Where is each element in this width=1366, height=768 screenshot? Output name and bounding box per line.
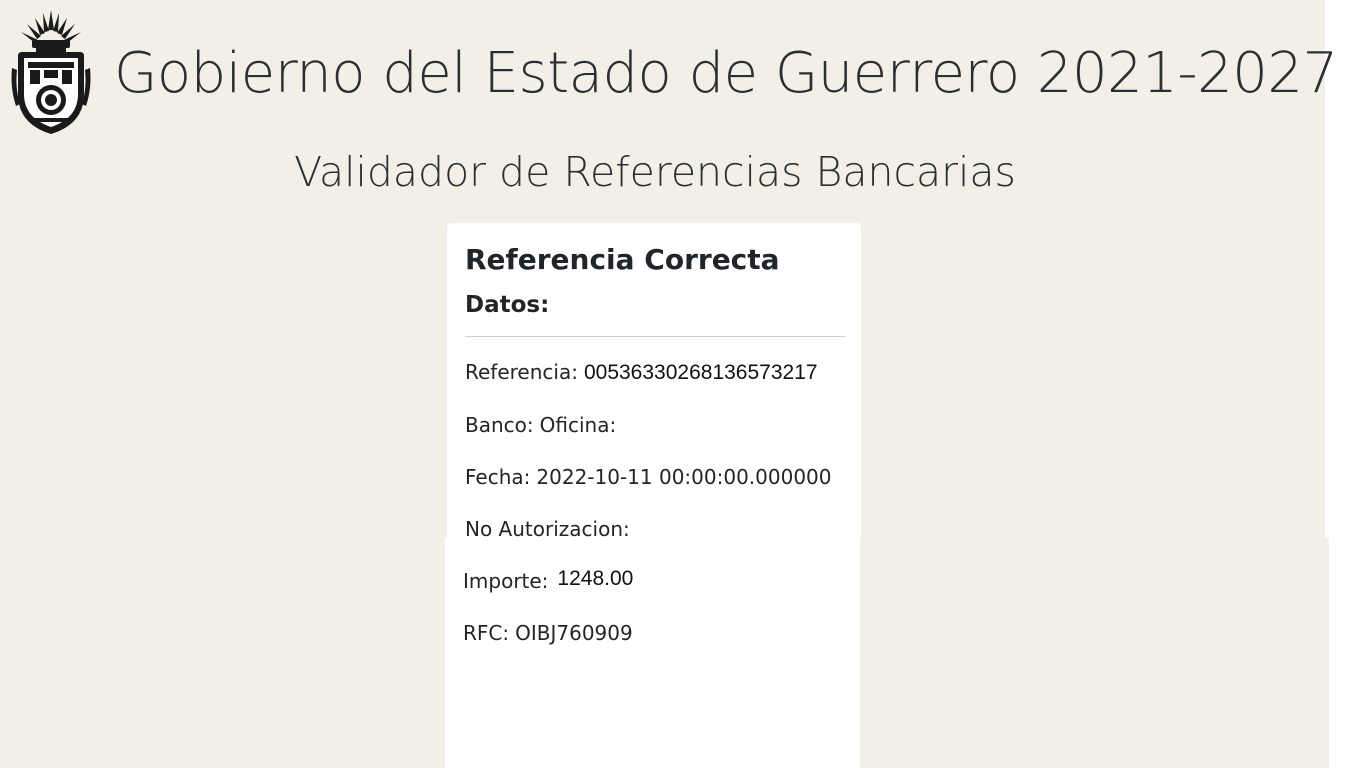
rfc-value: OIBJ760909 xyxy=(515,621,633,645)
banco-oficina-row: Banco: Oficina: xyxy=(465,410,622,440)
data-section-heading: Datos: xyxy=(465,292,550,318)
fecha-label: Fecha: xyxy=(465,465,531,489)
rfc-row: RFC: OIBJ760909 xyxy=(463,618,633,648)
oficina-label: Oficina: xyxy=(539,413,617,437)
autorizacion-label: No Autorizacion: xyxy=(465,517,630,541)
divider xyxy=(465,336,845,337)
referencia-label: Referencia: xyxy=(465,360,578,384)
fecha-row: Fecha: 2022-10-11 00:00:00.000000 xyxy=(465,462,832,492)
banco-label: Banco: xyxy=(465,413,534,437)
referencia-value: 00536330268136573217 xyxy=(583,361,818,384)
page-subtitle: Validador de Referencias Bancarias xyxy=(294,148,1016,196)
autorizacion-row: No Autorizacion: xyxy=(465,514,636,544)
importe-label: Importe: xyxy=(463,569,549,593)
referencia-row: Referencia: 00536330268136573217 xyxy=(465,357,818,388)
fecha-value: 2022-10-11 00:00:00.000000 xyxy=(536,465,832,489)
importe-row: Importe: 1248.00 xyxy=(463,566,633,597)
rfc-label: RFC: xyxy=(463,621,510,645)
guerrero-state-seal-icon xyxy=(11,10,91,134)
page-title: Gobierno del Estado de Guerrero 2021-202… xyxy=(114,41,1338,106)
result-status-title: Referencia Correcta xyxy=(465,243,780,276)
page: Gobierno del Estado de Guerrero 2021-202… xyxy=(0,0,1338,768)
importe-value: 1248.00 xyxy=(557,567,634,590)
